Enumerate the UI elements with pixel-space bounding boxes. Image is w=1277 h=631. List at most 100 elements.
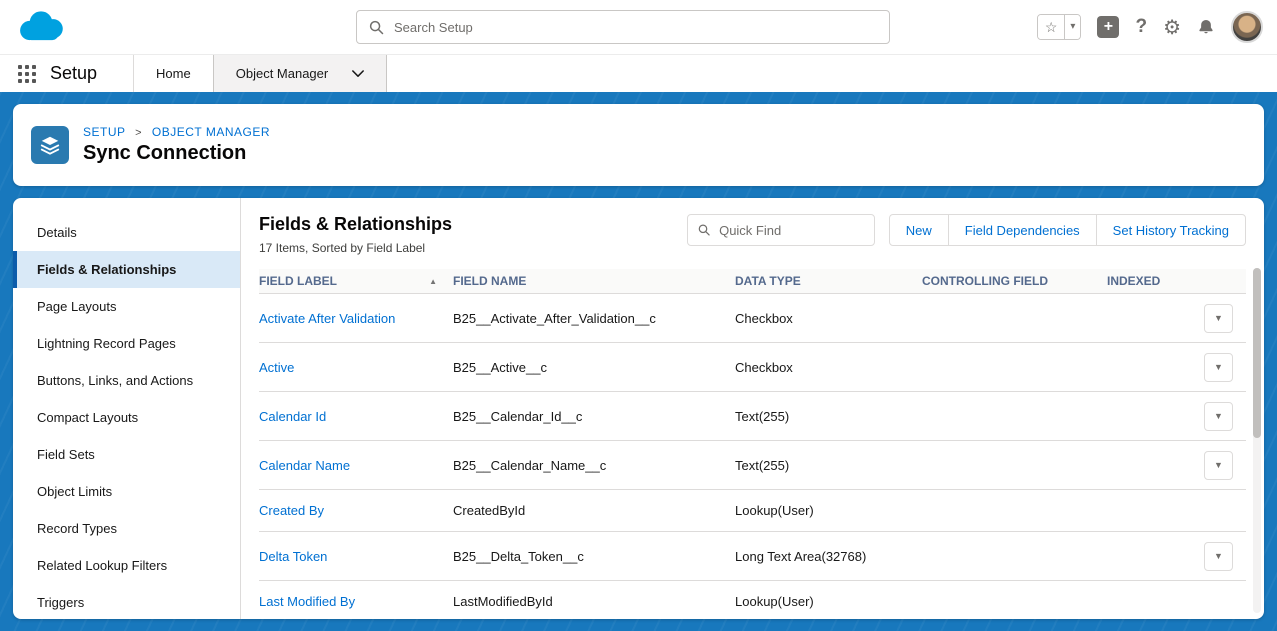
tab-object-manager-label: Object Manager [236, 66, 329, 81]
gear-icon[interactable]: ⚙ [1163, 15, 1181, 40]
field-label-cell: Active [259, 360, 453, 375]
table-row: ActiveB25__Active__cCheckbox▼ [259, 343, 1246, 392]
sidebar: DetailsFields & RelationshipsPage Layout… [13, 198, 241, 619]
column-header-data-type[interactable]: DATA TYPE [735, 274, 922, 288]
row-actions-cell: ▼ [1197, 542, 1241, 571]
column-header-field-label[interactable]: FIELD LABEL ▲ [259, 274, 453, 288]
field-label-cell: Calendar Id [259, 409, 453, 424]
row-actions-cell: ▼ [1197, 402, 1241, 431]
sidebar-item-buttons-links-and-actions[interactable]: Buttons, Links, and Actions [13, 362, 240, 399]
field-label-cell: Activate After Validation [259, 311, 453, 326]
fields-table: FIELD LABEL ▲ FIELD NAME DATA TYPE CONTR… [259, 269, 1246, 619]
list-header-text: Fields & Relationships 17 Items, Sorted … [259, 214, 452, 255]
column-header-indexed[interactable]: INDEXED [1107, 274, 1197, 288]
row-menu-dropdown-icon[interactable]: ▼ [1204, 304, 1233, 333]
field-name-cell: CreatedById [453, 503, 735, 518]
row-menu-dropdown-icon[interactable]: ▼ [1204, 402, 1233, 431]
breadcrumb-object-manager-link[interactable]: OBJECT MANAGER [152, 125, 270, 139]
main-panel: Fields & Relationships 17 Items, Sorted … [241, 198, 1264, 619]
field-label-cell: Calendar Name [259, 458, 453, 473]
field-label-link[interactable]: Calendar Name [259, 458, 350, 473]
sidebar-item-triggers[interactable]: Triggers [13, 584, 240, 619]
sidebar-item-compact-layouts[interactable]: Compact Layouts [13, 399, 240, 436]
field-label-link[interactable]: Calendar Id [259, 409, 326, 424]
search-icon [698, 223, 710, 237]
breadcrumb-setup-link[interactable]: SETUP [83, 125, 125, 139]
favorites-star-icon[interactable]: ☆ [1038, 15, 1065, 39]
user-avatar[interactable] [1231, 11, 1263, 43]
field-label-link[interactable]: Active [259, 360, 294, 375]
field-name-cell: LastModifiedById [453, 594, 735, 609]
row-menu-dropdown-icon[interactable]: ▼ [1204, 542, 1233, 571]
sidebar-item-fields-relationships[interactable]: Fields & Relationships [13, 251, 240, 288]
sidebar-item-field-sets[interactable]: Field Sets [13, 436, 240, 473]
column-header-controlling-field[interactable]: CONTROLLING FIELD [922, 274, 1107, 288]
app-title: Setup [50, 63, 97, 84]
nav-tabs: Home Object Manager [133, 55, 387, 92]
list-title: Fields & Relationships [259, 214, 452, 235]
list-actions: New Field Dependencies Set History Track… [687, 214, 1246, 246]
setup-page-background: SETUP > OBJECT MANAGER Sync Connection D… [0, 92, 1277, 631]
field-name-cell: B25__Calendar_Id__c [453, 409, 735, 424]
chevron-down-icon [352, 70, 364, 78]
vertical-scrollbar[interactable] [1253, 268, 1261, 613]
data-type-cell: Lookup(User) [735, 503, 922, 518]
column-header-field-name[interactable]: FIELD NAME [453, 274, 735, 288]
notifications-bell-icon[interactable] [1197, 18, 1215, 37]
app-launcher-icon[interactable] [18, 65, 36, 83]
field-name-cell: B25__Activate_After_Validation__c [453, 311, 735, 326]
table-row: Delta TokenB25__Delta_Token__cLong Text … [259, 532, 1246, 581]
favorites-caret-icon[interactable]: ▾ [1064, 15, 1080, 39]
sidebar-item-page-layouts[interactable]: Page Layouts [13, 288, 240, 325]
table-row: Created By CreatedByIdLookup(User) [259, 490, 1246, 532]
favorites-button-group: ☆ ▾ [1037, 14, 1082, 40]
global-header: ☆ ▾ + ? ⚙ [0, 0, 1277, 55]
row-menu-dropdown-icon[interactable]: ▼ [1204, 353, 1233, 382]
object-manager-content-card: DetailsFields & RelationshipsPage Layout… [13, 198, 1264, 619]
field-label-link[interactable]: Last Modified By [259, 594, 355, 609]
new-button[interactable]: New [889, 214, 949, 246]
global-actions-plus-icon[interactable]: + [1097, 16, 1119, 38]
data-type-cell: Text(255) [735, 409, 922, 424]
help-icon[interactable]: ? [1135, 16, 1147, 38]
table-row: Activate After Validation B25__Activate_A… [259, 294, 1246, 343]
field-label-link[interactable]: Created By [259, 503, 324, 518]
salesforce-logo[interactable] [14, 7, 68, 47]
sort-ascending-icon: ▲ [429, 277, 437, 286]
list-subtitle: 17 Items, Sorted by Field Label [259, 241, 452, 255]
field-label-link[interactable]: Activate After Validation [259, 311, 395, 326]
breadcrumb-separator: > [135, 127, 142, 139]
row-menu-dropdown-icon[interactable]: ▼ [1204, 451, 1233, 480]
sidebar-item-record-types[interactable]: Record Types [13, 510, 240, 547]
field-label-cell: Created By [259, 503, 453, 518]
setup-nav-bar: Setup Home Object Manager [0, 55, 1277, 92]
table-row: Calendar NameB25__Calendar_Name__cText(2… [259, 441, 1246, 490]
sidebar-item-related-lookup-filters[interactable]: Related Lookup Filters [13, 547, 240, 584]
column-header-label: FIELD LABEL [259, 274, 337, 288]
quick-find[interactable] [687, 214, 875, 246]
data-type-cell: Long Text Area(32768) [735, 549, 922, 564]
list-button-group: New Field Dependencies Set History Track… [889, 214, 1246, 246]
sidebar-item-lightning-record-pages[interactable]: Lightning Record Pages [13, 325, 240, 362]
sidebar-item-object-limits[interactable]: Object Limits [13, 473, 240, 510]
global-search[interactable] [356, 10, 890, 44]
data-type-cell: Checkbox [735, 360, 922, 375]
search-setup-input[interactable] [392, 19, 877, 36]
field-name-cell: B25__Calendar_Name__c [453, 458, 735, 473]
field-dependencies-button[interactable]: Field Dependencies [948, 214, 1097, 246]
table-body: Activate After Validation B25__Activate_A… [259, 294, 1246, 619]
field-label-link[interactable]: Delta Token [259, 549, 327, 564]
page-header-card: SETUP > OBJECT MANAGER Sync Connection [13, 104, 1264, 186]
tab-object-manager[interactable]: Object Manager [213, 55, 388, 92]
breadcrumb: SETUP > OBJECT MANAGER [83, 125, 270, 139]
quick-find-input[interactable] [717, 222, 864, 239]
page-title: Sync Connection [83, 142, 270, 165]
sidebar-item-details[interactable]: Details [13, 214, 240, 251]
table-row: Calendar Id B25__Calendar_Id__cText(255) ▼ [259, 392, 1246, 441]
table-header-row: FIELD LABEL ▲ FIELD NAME DATA TYPE CONTR… [259, 269, 1246, 294]
field-label-cell: Delta Token [259, 549, 453, 564]
set-history-tracking-button[interactable]: Set History Tracking [1096, 214, 1246, 246]
tab-home[interactable]: Home [134, 55, 213, 92]
object-layers-icon [31, 126, 69, 164]
scrollbar-thumb[interactable] [1253, 268, 1261, 438]
